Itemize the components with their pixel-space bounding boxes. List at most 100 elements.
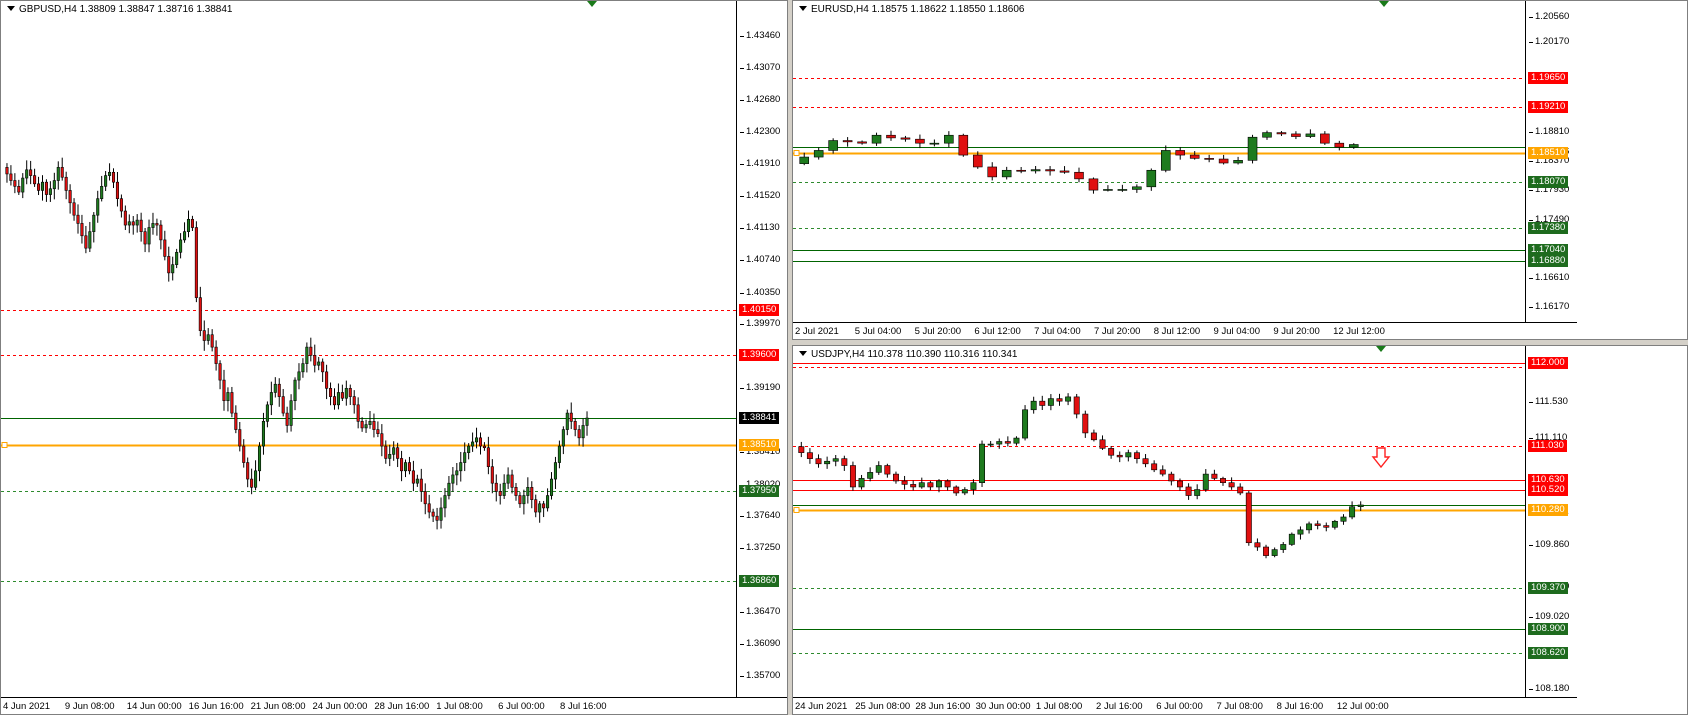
time-tick: 2 Jul 16:00 (1096, 701, 1143, 712)
candle (901, 475, 908, 490)
time-tick: 21 Jun 08:00 (250, 701, 306, 712)
chart-window-usdjpy[interactable]: USDJPY,H4 110.378 110.390 110.316 110.34… (792, 345, 1688, 715)
candle (56, 161, 60, 190)
time-axis-usdjpy[interactable]: 24 Jun 2021 25 Jun 08:00 28 Jun 16:00 30 Ju… (793, 697, 1577, 714)
candle (171, 256, 175, 281)
level-price-tag[interactable]: 1.39600 (739, 349, 780, 362)
time-tick: 6 Jul 00:00 (1156, 701, 1203, 712)
level-price-tag[interactable]: 1.18510 (1528, 147, 1569, 160)
price-axis-eurusd[interactable]: 1.205601.201701.188101.185061.183701.179… (1525, 1, 1578, 322)
level-price-tag[interactable]: 1.18070 (1528, 176, 1569, 189)
chart-window-gbpusd[interactable]: GBPUSD,H4 1.38809 1.38847 1.38716 1.3884… (0, 0, 788, 715)
time-axis-gbpusd[interactable]: 4 Jun 2021 9 Jun 08:00 14 Jun 00:00 16 Jun … (1, 697, 787, 714)
level-price-tag[interactable]: 108.620 (1528, 646, 1569, 659)
time-tick: 30 Jun 00:00 (975, 701, 1031, 712)
level-handle-110.280[interactable] (793, 507, 800, 513)
time-tick: 1 Jul 08:00 (1035, 701, 1083, 712)
candle (1245, 490, 1252, 546)
candle (368, 410, 372, 429)
dropdown-triangle-icon[interactable] (799, 351, 807, 356)
candle (1132, 184, 1142, 193)
candle (29, 160, 33, 185)
plot-area-usdjpy[interactable]: USDJPY,H4 110.378 110.390 110.316 110.34… (793, 346, 1525, 697)
candle (80, 214, 84, 244)
candle (944, 479, 951, 491)
price-tick: 1.41130 (740, 222, 780, 234)
candle (987, 162, 998, 181)
candle (1013, 436, 1020, 446)
level-handle-1.38510[interactable] (1, 442, 8, 448)
candle (214, 340, 218, 371)
time-tick: 14 Jun 00:00 (126, 701, 182, 712)
candle (72, 198, 76, 221)
time-axis-eurusd[interactable]: 2 Jul 2021 5 Jul 04:00 5 Jul 20:00 6 Jul 12… (793, 322, 1577, 339)
candle (332, 388, 337, 410)
dropdown-triangle-icon[interactable] (799, 6, 807, 11)
level-price-tag[interactable]: 1.19650 (1528, 71, 1569, 84)
plot-area-gbpusd[interactable]: GBPUSD,H4 1.38809 1.38847 1.38716 1.3884… (1, 1, 736, 697)
level-price-tag[interactable]: 1.38510 (739, 439, 780, 452)
candle (147, 219, 151, 253)
level-price-tag[interactable]: 1.36860 (739, 575, 780, 588)
candle (1045, 166, 1055, 176)
level-price-tag[interactable]: 112.000 (1528, 356, 1568, 369)
candle (238, 421, 242, 452)
plot-area-eurusd[interactable]: EURUSD,H4 1.18575 1.18622 1.18550 1.1860… (793, 1, 1525, 322)
candle (1142, 454, 1149, 468)
level-price-tag[interactable]: 1.19210 (1528, 100, 1569, 113)
dropdown-triangle-icon[interactable] (7, 6, 15, 11)
time-tick: 6 Jul 12:00 (974, 326, 1021, 337)
candle (534, 494, 538, 518)
chart-title-gbpusd: GBPUSD,H4 1.38809 1.38847 1.38716 1.3884… (7, 4, 233, 15)
candle (581, 418, 585, 447)
candle (218, 360, 222, 390)
level-price-tag[interactable]: 1.16880 (1528, 254, 1569, 267)
candle (159, 220, 163, 250)
candle (64, 171, 68, 200)
candle (871, 132, 882, 146)
chart-window-eurusd[interactable]: EURUSD,H4 1.18575 1.18622 1.18550 1.1860… (792, 0, 1688, 340)
candlestick-chart-gbpusd[interactable] (1, 1, 736, 697)
candle (953, 485, 960, 496)
time-tick: 16 Jun 16:00 (188, 701, 244, 712)
sell-arrow-icon[interactable] (1371, 447, 1391, 469)
candle (561, 426, 565, 455)
price-axis-usdjpy[interactable]: 111.530111.110110.241109.860109.370109.0… (1525, 346, 1578, 697)
candle (1202, 469, 1209, 492)
candle (447, 476, 451, 500)
candle (246, 457, 250, 488)
candle (222, 369, 226, 411)
candle (206, 328, 210, 345)
candle (490, 459, 494, 494)
candle (13, 173, 17, 194)
shift-marker-icon[interactable] (1379, 1, 1389, 7)
level-handle-1.18510[interactable] (793, 150, 800, 156)
level-price-tag[interactable]: 110.280 (1528, 504, 1568, 517)
level-price-tag[interactable]: 109.370 (1528, 582, 1569, 595)
candle (435, 507, 439, 530)
candle (423, 483, 427, 515)
level-price-tag[interactable]: 1.17380 (1528, 221, 1569, 234)
time-tick: 28 Jun 16:00 (374, 701, 430, 712)
level-price-tag[interactable]: 1.37950 (739, 485, 780, 498)
candle (392, 441, 396, 461)
candle (858, 474, 865, 490)
candlestick-chart-usdjpy[interactable] (793, 346, 1525, 697)
shift-marker-icon[interactable] (1376, 346, 1386, 352)
level-price-tag[interactable]: 111.030 (1528, 439, 1567, 452)
level-price-tag[interactable]: 110.520 (1528, 483, 1568, 496)
candle (1099, 435, 1106, 450)
time-tick: 7 Jul 04:00 (1034, 326, 1081, 337)
shift-marker-icon[interactable] (587, 1, 597, 7)
candle (1004, 436, 1011, 447)
candle (277, 378, 281, 407)
level-price-tag[interactable]: 1.38841 (739, 411, 780, 424)
time-tick: 9 Jul 20:00 (1273, 326, 1320, 337)
level-price-tag[interactable]: 1.40150 (739, 304, 780, 316)
price-axis-gbpusd[interactable]: 1.43460 1.43070 1.42680 1.42300 1.41910 1.415… (736, 1, 787, 697)
time-tick: 28 Jun 16:00 (915, 701, 971, 712)
level-price-tag[interactable]: 108.900 (1528, 622, 1569, 635)
candlestick-chart-eurusd[interactable] (793, 1, 1525, 322)
candle (486, 436, 490, 475)
candle (806, 448, 813, 464)
